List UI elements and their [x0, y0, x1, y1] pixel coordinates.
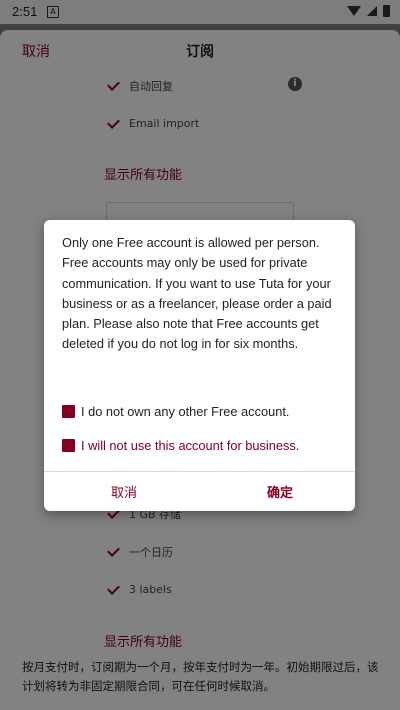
dialog-message: Only one Free account is allowed per per… — [62, 235, 332, 352]
dialog-cancel-button[interactable]: 取消 — [111, 482, 137, 501]
checkbox-label: I do not own any other Free account. — [81, 404, 290, 419]
checkbox-not-business[interactable]: I will not use this account for business… — [62, 438, 299, 453]
free-account-dialog: Only one Free account is allowed per per… — [44, 220, 355, 511]
checkbox-label: I will not use this account for business… — [81, 438, 300, 453]
checkbox-icon[interactable] — [62, 405, 75, 418]
dialog-confirm-button[interactable]: 确定 — [267, 482, 293, 501]
checkbox-icon[interactable] — [62, 439, 75, 452]
dialog-divider — [44, 471, 355, 472]
checkbox-no-other-account[interactable]: I do not own any other Free account. — [62, 404, 289, 419]
